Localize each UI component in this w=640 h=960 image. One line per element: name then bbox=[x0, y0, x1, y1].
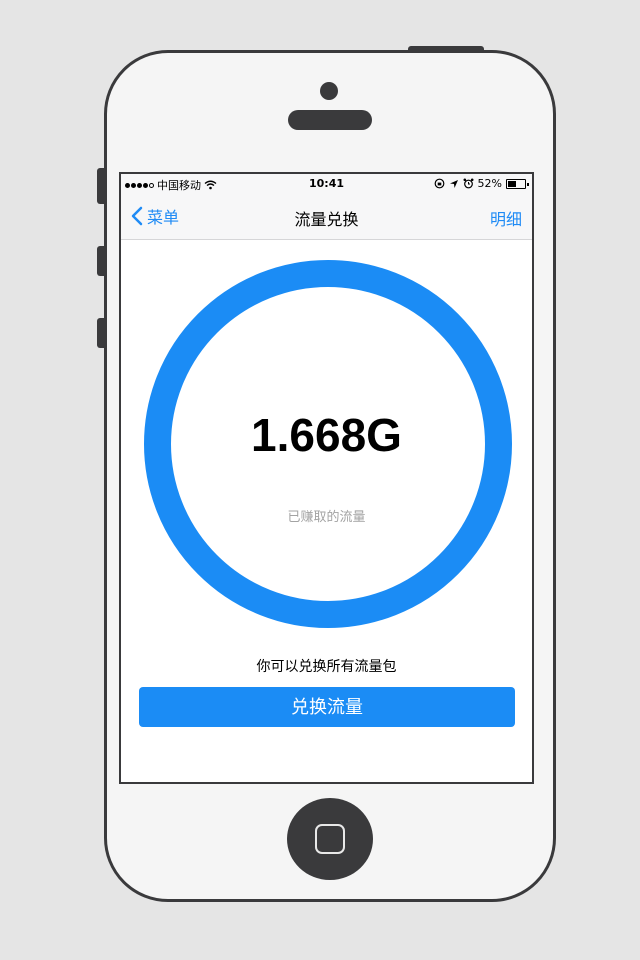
home-button-icon bbox=[315, 824, 345, 854]
exchange-traffic-button[interactable]: 兑换流量 bbox=[139, 687, 515, 727]
home-button[interactable] bbox=[287, 798, 373, 880]
earpiece-speaker bbox=[288, 110, 372, 130]
alarm-icon bbox=[463, 178, 474, 189]
earned-amount: 1.668G bbox=[251, 409, 402, 461]
battery-percent: 52% bbox=[477, 177, 502, 190]
battery-icon bbox=[506, 178, 529, 189]
navigation-bar: 菜单 流量兑换 明细 bbox=[121, 194, 532, 240]
phone-screen: 中国移动 10:41 52% 菜单 流量兑换 明细 1.668G 已赚取的流量 … bbox=[119, 172, 534, 784]
exchange-hint: 你可以兑换所有流量包 bbox=[256, 659, 397, 675]
earned-caption: 已赚取的流量 bbox=[287, 510, 366, 525]
details-button[interactable]: 明细 bbox=[490, 206, 522, 230]
status-right: 52% bbox=[434, 177, 529, 190]
page-title: 流量兑换 bbox=[294, 210, 359, 229]
lock-rotation-icon bbox=[434, 178, 444, 189]
front-camera bbox=[320, 82, 338, 100]
status-bar: 中国移动 10:41 52% bbox=[121, 174, 532, 194]
location-arrow-icon bbox=[449, 179, 458, 188]
